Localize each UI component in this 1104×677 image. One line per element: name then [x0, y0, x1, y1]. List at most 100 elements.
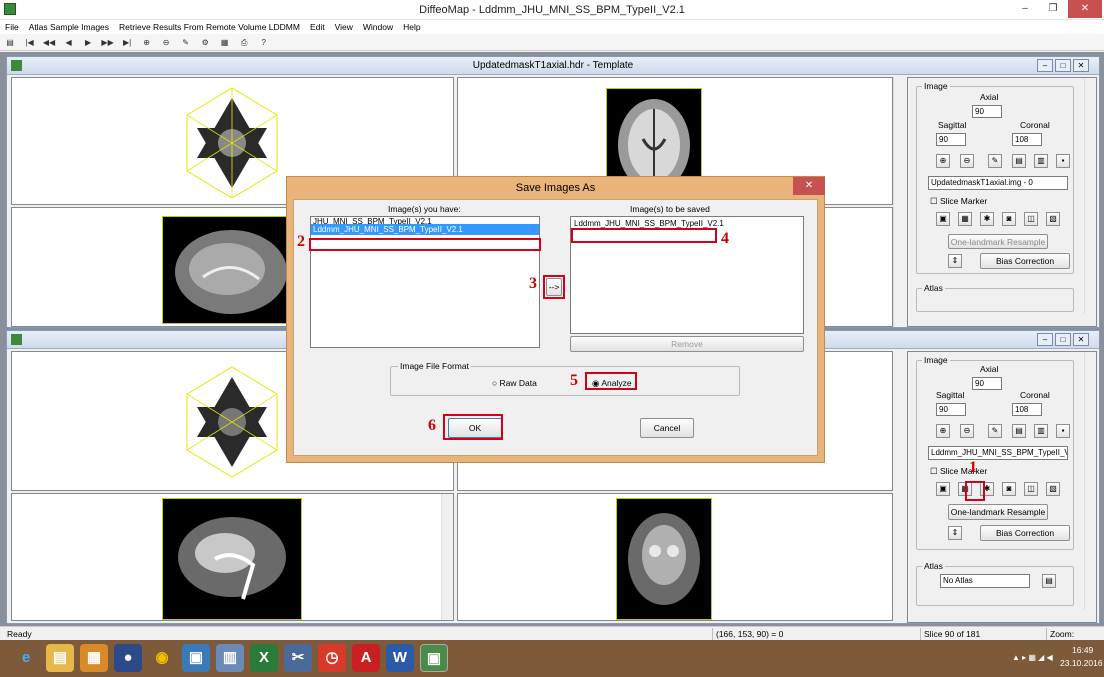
- zoom-out-icon[interactable]: ⊖: [159, 36, 173, 49]
- last-icon[interactable]: ▶|: [120, 36, 134, 49]
- internet-explorer-icon[interactable]: e: [12, 644, 40, 672]
- close-button[interactable]: ✕: [1068, 0, 1102, 18]
- load-folder-icon[interactable]: ▥: [1034, 424, 1048, 438]
- menu-edit[interactable]: Edit: [305, 20, 330, 34]
- tool-e-icon[interactable]: ◫: [1024, 482, 1038, 496]
- menu-retrieve-results[interactable]: Retrieve Results From Remote Volume LDDM…: [114, 20, 305, 34]
- close-button[interactable]: ✕: [1073, 59, 1089, 72]
- one-landmark-resample-button[interactable]: One-landmark Resample: [948, 504, 1048, 520]
- zoom-in-icon[interactable]: ⊕: [936, 424, 950, 438]
- tool-c-icon[interactable]: ✱: [980, 212, 994, 226]
- raw-data-radio[interactable]: ○ Raw Data: [492, 378, 537, 388]
- tool-f-icon[interactable]: ▧: [1046, 482, 1060, 496]
- tool-icon[interactable]: ✎: [988, 424, 1002, 438]
- tool-f-icon[interactable]: ▧: [1046, 212, 1060, 226]
- calculator-icon[interactable]: ▥: [216, 644, 244, 672]
- excel-icon[interactable]: X: [250, 644, 278, 672]
- status-zoom: Zoom: 100.0%: [1046, 628, 1104, 651]
- bias-correction-button[interactable]: Bias Correction: [980, 253, 1070, 269]
- axial-spinner[interactable]: 90: [972, 377, 1002, 390]
- clock-time[interactable]: 16:49: [1072, 645, 1093, 655]
- open-icon[interactable]: ▤: [3, 36, 17, 49]
- slice-marker-checkbox[interactable]: ☐ Slice Marker: [930, 196, 987, 207]
- zoom-out-icon[interactable]: ⊖: [960, 154, 974, 168]
- save-icon[interactable]: ▪: [1056, 424, 1070, 438]
- bias-correction-button[interactable]: Bias Correction: [980, 525, 1070, 541]
- maximize-button[interactable]: □: [1055, 59, 1071, 72]
- tool-a-icon[interactable]: ▣: [936, 212, 950, 226]
- snipping-tool-icon[interactable]: ✂: [284, 644, 312, 672]
- tool-d-icon[interactable]: ◙: [1002, 482, 1016, 496]
- image-select[interactable]: Lddmm_JHU_MNI_SS_BPM_TypeII_V2: [928, 446, 1068, 460]
- rewind-icon[interactable]: ◀◀: [42, 36, 56, 49]
- maximize-button[interactable]: □: [1055, 333, 1071, 346]
- grid-icon[interactable]: ▦: [218, 36, 232, 49]
- atlas-select[interactable]: No Atlas: [940, 574, 1030, 588]
- menu-atlas-sample-images[interactable]: Atlas Sample Images: [24, 20, 114, 34]
- file-explorer-icon[interactable]: ▤: [46, 644, 74, 672]
- menu-help[interactable]: Help: [398, 20, 425, 34]
- panel-vscrollbar[interactable]: [1084, 78, 1096, 314]
- list-item[interactable]: JHU_MNI_SS_BPM_TypeII_V2.1: [311, 217, 539, 225]
- list-item-selected[interactable]: Lddmm_JHU_MNI_SS_BPM_TypeII_V2.1: [311, 224, 539, 235]
- tool-icon[interactable]: ✎: [988, 154, 1002, 168]
- axial-spinner[interactable]: 90: [972, 105, 1002, 118]
- sagittal-view-pane[interactable]: [11, 493, 454, 621]
- chrome-icon[interactable]: ◉: [148, 644, 176, 672]
- menu-file[interactable]: File: [0, 20, 24, 34]
- menu-window[interactable]: Window: [358, 20, 398, 34]
- tool-d-icon[interactable]: ◙: [1002, 212, 1016, 226]
- fast-forward-icon[interactable]: ▶▶: [101, 36, 115, 49]
- app-grid-icon[interactable]: ▦: [80, 644, 108, 672]
- bias-icon[interactable]: ⇕: [948, 254, 962, 268]
- clock-date[interactable]: 23.10.2016: [1060, 658, 1103, 668]
- open-folder-icon[interactable]: ▤: [1012, 424, 1026, 438]
- slice-marker-checkbox[interactable]: ☐ Slice Marker: [930, 466, 987, 477]
- minimize-button[interactable]: –: [1012, 0, 1038, 18]
- panel-vscrollbar[interactable]: [1084, 352, 1096, 610]
- image-group-label: Image: [922, 81, 950, 91]
- play-icon[interactable]: ▶: [81, 36, 95, 49]
- sagittal-spinner[interactable]: 90: [936, 133, 966, 146]
- restore-button[interactable]: ❐: [1040, 0, 1066, 18]
- word-icon[interactable]: W: [386, 644, 414, 672]
- clock-app-icon[interactable]: ◷: [318, 644, 346, 672]
- tool-b-icon[interactable]: ▦: [958, 212, 972, 226]
- media-player-icon[interactable]: ●: [114, 644, 142, 672]
- save-icon[interactable]: ▪: [1056, 154, 1070, 168]
- network-app-icon[interactable]: ▣: [182, 644, 210, 672]
- acrobat-icon[interactable]: A: [352, 644, 380, 672]
- tool-a-icon[interactable]: ▣: [936, 482, 950, 496]
- images-you-have-list[interactable]: JHU_MNI_SS_BPM_TypeII_V2.1 Lddmm_JHU_MNI…: [310, 216, 540, 348]
- close-button[interactable]: ✕: [1073, 333, 1089, 346]
- minimize-button[interactable]: –: [1037, 59, 1053, 72]
- coronal-spinner[interactable]: 108: [1012, 403, 1042, 416]
- tool-icon[interactable]: ✎: [179, 36, 193, 49]
- zoom-out-icon[interactable]: ⊖: [960, 424, 974, 438]
- pane-vscrollbar[interactable]: [441, 494, 453, 620]
- dialog-close-button[interactable]: ✕: [793, 177, 825, 195]
- pane-vscrollbar[interactable]: [893, 77, 905, 327]
- atlas-folder-icon[interactable]: ▤: [1042, 574, 1056, 588]
- menu-view[interactable]: View: [330, 20, 358, 34]
- load-folder-icon[interactable]: ▥: [1034, 154, 1048, 168]
- bias-icon[interactable]: ⇕: [948, 526, 962, 540]
- segmented-coronal-pane[interactable]: [457, 493, 893, 621]
- image-select[interactable]: UpdatedmaskT1axial.img - 0: [928, 176, 1068, 190]
- tray-icons[interactable]: ▲ ▸ ▦ ◢ ◀: [1012, 653, 1053, 662]
- settings-icon[interactable]: ⚙: [198, 36, 212, 49]
- cancel-button[interactable]: Cancel: [640, 418, 694, 438]
- prev-icon[interactable]: ◀: [62, 36, 76, 49]
- zoom-in-icon[interactable]: ⊕: [140, 36, 154, 49]
- first-icon[interactable]: |◀: [23, 36, 37, 49]
- zoom-in-icon[interactable]: ⊕: [936, 154, 950, 168]
- minimize-button[interactable]: –: [1037, 333, 1053, 346]
- sagittal-spinner[interactable]: 90: [936, 403, 966, 416]
- open-folder-icon[interactable]: ▤: [1012, 154, 1026, 168]
- help-icon[interactable]: ?: [257, 36, 271, 49]
- coronal-spinner[interactable]: 108: [1012, 133, 1042, 146]
- print-icon[interactable]: ⎙: [237, 36, 251, 49]
- tool-e-icon[interactable]: ◫: [1024, 212, 1038, 226]
- images-to-be-saved-label: Image(s) to be saved: [630, 204, 710, 214]
- diffeomap-taskbar-icon[interactable]: ▣: [420, 644, 448, 672]
